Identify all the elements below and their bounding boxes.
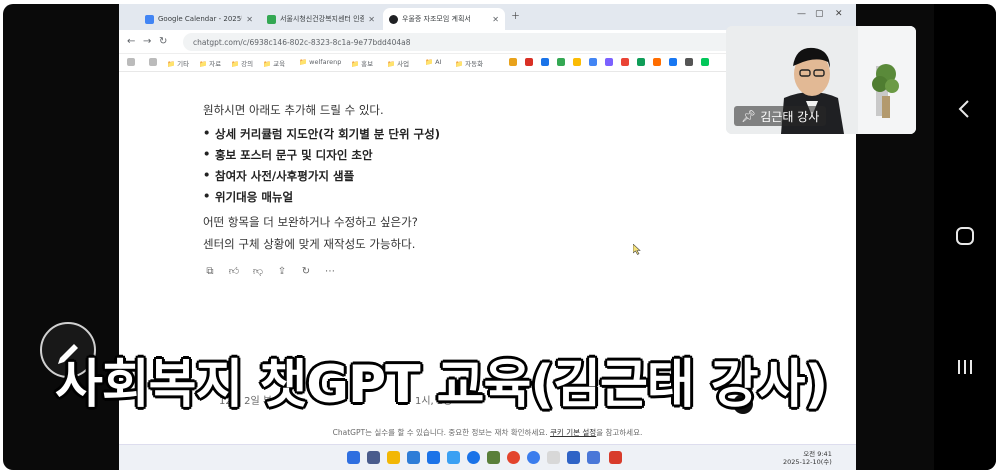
taskbar-app-icon[interactable] <box>587 451 600 464</box>
phone-nav-panel <box>934 4 996 470</box>
disclaimer-tail: 을 참고하세요. <box>596 428 643 437</box>
disclaimer-text: ChatGPT는 실수를 할 수 있습니다. 중요한 정보는 재차 확인하세요. <box>332 428 548 437</box>
bullet-item: 위기대응 매뉴얼 <box>203 189 293 205</box>
maximize-icon[interactable]: ▢ <box>815 9 824 19</box>
thumbs-down-icon[interactable]: 👎︎ <box>251 264 265 278</box>
calendar-icon <box>145 14 154 24</box>
tab-chatgpt[interactable]: 우울증 자조모임 계획서 ✕ <box>383 8 505 30</box>
bookmark-education[interactable]: 📁 교육 <box>263 58 285 68</box>
bookmark-promo[interactable]: 📁 홍보 <box>351 58 373 68</box>
minimize-icon[interactable]: — <box>797 9 806 19</box>
file-explorer-icon[interactable] <box>387 451 400 464</box>
regenerate-icon[interactable]: ↻ <box>299 264 313 278</box>
bookmark-lectures[interactable]: 📁 강의 <box>231 58 253 68</box>
close-icon[interactable]: ✕ <box>368 15 375 24</box>
tab-seoul-center[interactable]: 서울시청신건강복지센터 인증 ✕ <box>261 8 381 30</box>
back-icon[interactable]: ← <box>127 36 135 47</box>
chrome-icon[interactable] <box>467 451 480 464</box>
chrome-icon[interactable] <box>507 451 520 464</box>
taskbar-app-icon[interactable] <box>367 451 380 464</box>
bookmark-icon[interactable] <box>621 58 629 66</box>
apps-icon[interactable] <box>127 58 135 66</box>
grid-icon[interactable] <box>149 58 157 66</box>
taskbar-app-icon[interactable] <box>487 451 500 464</box>
disclaimer: ChatGPT는 실수를 할 수 있습니다. 중요한 정보는 재차 확인하세요.… <box>119 427 856 438</box>
more-icon[interactable]: ⋯ <box>323 264 337 278</box>
webcam-overlay: 📌︎ 김근태 강사 <box>726 26 916 134</box>
url-input[interactable]: chatgpt.com/c/6938c146-802c-8323-8c1a-9e… <box>183 33 783 51</box>
video-frame: Google Calendar - 2025년 12월 ✕ 서울시청신건강복지센… <box>0 0 1000 474</box>
bookmark-icon[interactable] <box>685 58 693 66</box>
bookmark-icon[interactable] <box>557 58 565 66</box>
windows-start-icon[interactable] <box>347 451 360 464</box>
bookmark-icon[interactable] <box>605 58 613 66</box>
chrome-icon[interactable] <box>527 451 540 464</box>
close-icon[interactable]: ✕ <box>492 15 499 24</box>
facebook-icon[interactable] <box>669 58 677 66</box>
forward-icon[interactable]: → <box>143 36 151 47</box>
close-window-icon[interactable]: ✕ <box>835 9 843 19</box>
new-tab-icon[interactable]: ＋ <box>511 9 520 22</box>
taskbar-clock[interactable]: 오전 9:41 2025-12-10(수) <box>783 450 832 466</box>
bullet-item: 홍보 포스터 문구 및 디자인 초안 <box>203 147 373 163</box>
taskbar-app-icon[interactable] <box>609 451 622 464</box>
taskbar-app-icon[interactable] <box>567 451 580 464</box>
chatgpt-icon <box>389 14 398 24</box>
clock-date: 2025-12-10(수) <box>783 458 832 466</box>
mouse-cursor-icon <box>633 244 641 255</box>
bookmark-etc[interactable]: 📁 기타 <box>167 58 189 68</box>
bookmark-icon[interactable] <box>541 58 549 66</box>
question-text: 어떤 항목을 더 보완하거나 수정하고 싶은가? <box>203 215 418 229</box>
taskbar-app-icon[interactable] <box>447 451 460 464</box>
recent-apps-icon[interactable] <box>948 350 982 384</box>
tab-title: 서울시청신건강복지센터 인증 <box>280 15 365 23</box>
tab-google-calendar[interactable]: Google Calendar - 2025년 12월 ✕ <box>139 8 259 30</box>
share-icon[interactable]: ⇪ <box>275 264 289 278</box>
site-icon <box>267 14 276 24</box>
pin-icon: 📌︎ <box>741 109 757 123</box>
bookmark-materials[interactable]: 📁 자료 <box>199 58 221 68</box>
gmail-icon[interactable] <box>525 58 533 66</box>
presenter-name-badge: 📌︎ 김근태 강사 <box>734 106 827 126</box>
bookmark-automation[interactable]: 📁 자동화 <box>455 58 483 68</box>
question-text: 센터의 구체 상황에 맞게 재작성도 가능하다. <box>203 237 416 251</box>
bookmark-icon[interactable] <box>573 58 581 66</box>
back-nav-icon[interactable] <box>948 92 982 126</box>
windows-taskbar: 오전 9:41 2025-12-10(수) <box>119 444 856 470</box>
reload-icon[interactable]: ↻ <box>159 36 167 47</box>
tab-title: 우울증 자조모임 계획서 <box>402 15 471 23</box>
bookmark-projects[interactable]: 📁 사업 <box>387 58 409 68</box>
bookmark-ai[interactable]: 📁 AI <box>425 58 442 66</box>
bullet-item: 참여자 사전/사후평가지 샘플 <box>203 168 354 184</box>
thumbs-up-icon[interactable]: 👍︎ <box>227 264 241 278</box>
taskbar-app-icon[interactable] <box>427 451 440 464</box>
bullet-item: 상세 커리큘럼 지도안(각 회기별 분 단위 구성) <box>203 126 440 142</box>
cookie-settings-link[interactable]: 쿠키 기본 설정 <box>550 428 596 437</box>
taskbar-app-icon[interactable] <box>407 451 420 464</box>
presenter-name: 김근태 강사 <box>760 109 820 124</box>
clock-time: 오전 9:41 <box>803 450 832 458</box>
home-nav-icon[interactable] <box>948 219 982 253</box>
tab-title: Google Calendar - 2025년 12월 <box>158 15 242 23</box>
copy-icon[interactable]: ⧉ <box>203 264 217 278</box>
bookmark-icon[interactable] <box>509 58 517 66</box>
video-caption: 사회복지 챗GPT 교육(김근태 강사) <box>53 354 829 417</box>
bookmark-welfarenp[interactable]: 📁 welfarenp <box>299 58 341 66</box>
bookmark-icon[interactable] <box>653 58 661 66</box>
naver-icon[interactable] <box>701 58 709 66</box>
bookmark-icon[interactable] <box>637 58 645 66</box>
taskbar-app-icon[interactable] <box>547 451 560 464</box>
google-icon[interactable] <box>589 58 597 66</box>
close-icon[interactable]: ✕ <box>246 15 253 24</box>
intro-text: 원하시면 아래도 추가해 드릴 수 있다. <box>203 103 384 117</box>
